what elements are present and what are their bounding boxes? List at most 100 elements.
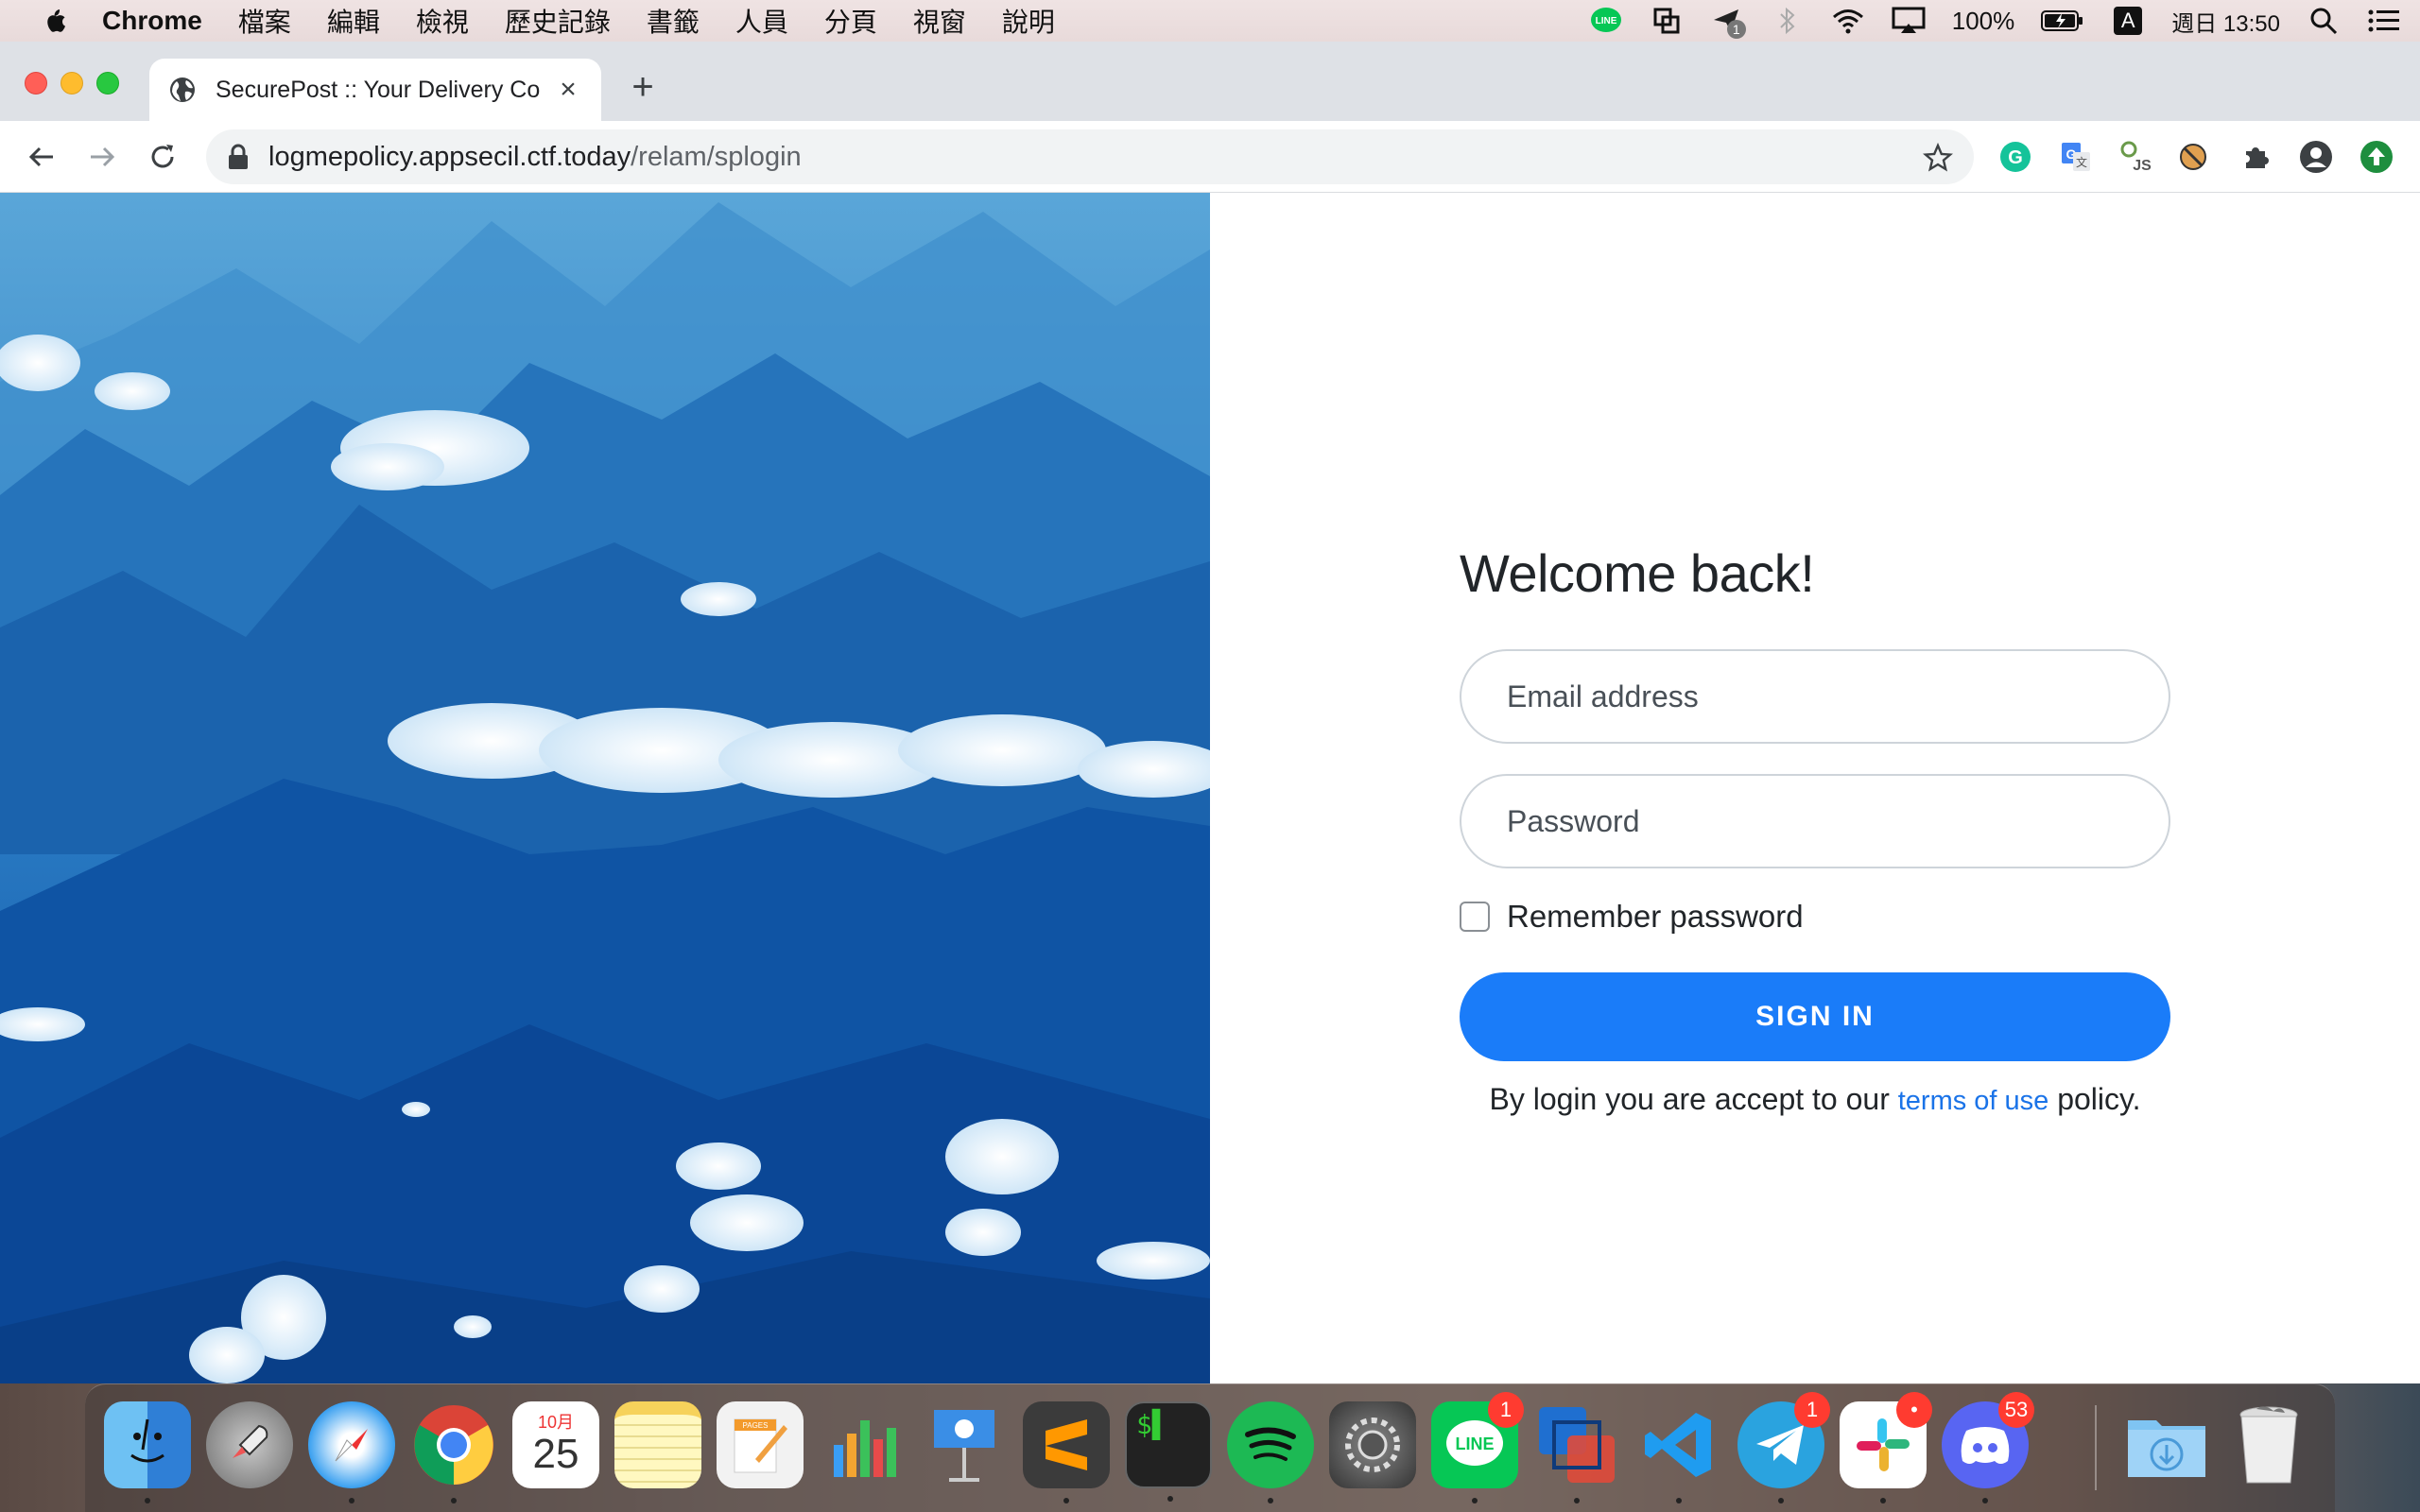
profile-icon[interactable]: [2299, 140, 2333, 174]
sign-in-button[interactable]: SIGN IN: [1460, 972, 2170, 1061]
desktop-background: 10月 25 PAGES $▌ LINE 1 1 • 53: [0, 1383, 2420, 1512]
slack-icon[interactable]: •: [1840, 1392, 1932, 1503]
svg-text:LINE: LINE: [1455, 1435, 1494, 1453]
numbers-icon[interactable]: [819, 1401, 906, 1488]
battery-percent: 100%: [1951, 6, 2015, 35]
menu-help[interactable]: 說明: [1002, 2, 1055, 40]
terms-notice: By login you are accept to our terms of …: [1460, 1082, 2170, 1117]
airplay-icon[interactable]: [1892, 7, 1926, 35]
new-tab-button[interactable]: +: [624, 68, 662, 106]
url-host: logmepolicy.appsecil.ctf.today: [268, 141, 631, 172]
trash-icon[interactable]: [2225, 1401, 2312, 1488]
menu-tab[interactable]: 分頁: [824, 2, 877, 40]
terms-prefix: By login you are accept to our: [1489, 1082, 1898, 1116]
menu-edit[interactable]: 編輯: [327, 2, 380, 40]
window-minimize-button[interactable]: [60, 72, 83, 94]
chrome-icon[interactable]: [410, 1401, 497, 1503]
battery-icon[interactable]: [2041, 7, 2084, 35]
terms-of-use-link[interactable]: terms of use: [1898, 1086, 2049, 1116]
globe-icon: [168, 76, 197, 104]
vscode-icon[interactable]: [1635, 1401, 1722, 1503]
virtualbox-icon[interactable]: [1533, 1401, 1620, 1503]
running-indicator: [1063, 1498, 1069, 1503]
discord-icon[interactable]: 53: [1942, 1392, 2034, 1503]
spotlight-icon[interactable]: [2307, 7, 2341, 35]
js-extension-icon[interactable]: JS: [2119, 140, 2153, 174]
keynote-icon[interactable]: [921, 1401, 1008, 1488]
password-placeholder: Password: [1507, 803, 1640, 838]
web-page: Welcome back! Email address Password Rem…: [0, 193, 2420, 1383]
grammarly-icon[interactable]: G: [1998, 140, 2032, 174]
running-indicator: [1268, 1498, 1273, 1503]
running-indicator: [349, 1498, 354, 1503]
sublime-text-icon[interactable]: [1023, 1401, 1110, 1503]
safari-icon[interactable]: [308, 1401, 395, 1503]
send-icon[interactable]: 1: [1710, 7, 1746, 39]
bookmark-star-icon[interactable]: [1922, 142, 1954, 173]
spotify-icon[interactable]: [1227, 1401, 1314, 1503]
tab-active[interactable]: SecurePost :: Your Delivery Co ×: [149, 59, 601, 121]
menu-window[interactable]: 視窗: [913, 2, 966, 40]
address-bar[interactable]: logmepolicy.appsecil.ctf.today/relam/spl…: [206, 129, 1974, 184]
menu-file[interactable]: 檔案: [238, 2, 291, 40]
clock[interactable]: 週日 13:50: [2171, 7, 2280, 37]
menu-bookmarks[interactable]: 書籤: [647, 2, 700, 40]
window-zoom-button[interactable]: [96, 72, 119, 94]
chrome-window: SecurePost :: Your Delivery Co × + logme…: [0, 42, 2420, 1383]
bluetooth-icon[interactable]: [1771, 7, 1805, 35]
password-field[interactable]: Password: [1460, 774, 2170, 868]
remember-password-checkbox[interactable]: [1460, 902, 1490, 932]
mountain-image: [0, 193, 1210, 1383]
forward-button[interactable]: [81, 136, 123, 178]
page-title: Welcome back!: [1460, 543, 1815, 603]
finder-icon[interactable]: [104, 1401, 191, 1503]
tab-strip: SecurePost :: Your Delivery Co × +: [0, 42, 2420, 121]
remember-password-label[interactable]: Remember password: [1507, 899, 1804, 935]
notes-icon[interactable]: [614, 1401, 701, 1488]
telegram-icon[interactable]: 1: [1737, 1392, 1830, 1503]
calendar-icon[interactable]: 10月 25: [512, 1401, 599, 1488]
svg-text:PAGES: PAGES: [743, 1421, 769, 1430]
screen-share-icon[interactable]: [1650, 7, 1684, 35]
browser-toolbar: logmepolicy.appsecil.ctf.today/relam/spl…: [0, 121, 2420, 193]
menu-people[interactable]: 人員: [735, 2, 788, 40]
pages-icon[interactable]: PAGES: [717, 1401, 804, 1488]
launchpad-icon[interactable]: [206, 1401, 293, 1488]
window-close-button[interactable]: [25, 72, 47, 94]
input-source-icon[interactable]: A: [2111, 7, 2145, 35]
notification-center-icon[interactable]: [2367, 7, 2401, 35]
email-placeholder: Email address: [1507, 679, 1699, 713]
system-preferences-icon[interactable]: [1329, 1401, 1416, 1488]
login-form: Welcome back! Email address Password Rem…: [1460, 542, 2170, 1117]
apple-icon[interactable]: [38, 5, 70, 37]
tab-title: SecurePost :: Your Delivery Co: [216, 76, 541, 103]
downloads-folder-icon[interactable]: [2123, 1401, 2210, 1488]
google-translate-icon[interactable]: G文: [2059, 140, 2093, 174]
svg-text:文: 文: [2076, 155, 2087, 169]
running-indicator: [1778, 1498, 1784, 1503]
terms-suffix: policy.: [2048, 1082, 2141, 1116]
remember-password-row: Remember password: [1460, 899, 2170, 935]
lock-icon[interactable]: [227, 144, 250, 170]
blocked-extension-icon[interactable]: [2176, 140, 2210, 174]
tab-close-icon[interactable]: ×: [554, 76, 582, 104]
email-field[interactable]: Email address: [1460, 649, 2170, 744]
wifi-icon[interactable]: [1831, 7, 1865, 35]
telegram-badge: 1: [1794, 1392, 1830, 1428]
puzzle-extensions-icon[interactable]: [2238, 140, 2273, 174]
menu-app-name[interactable]: Chrome: [102, 6, 202, 36]
svg-text:JS: JS: [2133, 158, 2152, 174]
running-indicator: [1676, 1498, 1682, 1503]
menu-history[interactable]: 歷史記錄: [505, 2, 611, 40]
running-indicator: [1574, 1498, 1580, 1503]
back-button[interactable]: [21, 136, 62, 178]
update-icon[interactable]: [2360, 140, 2394, 174]
running-indicator: [145, 1498, 150, 1503]
line-icon[interactable]: LINE: [1589, 7, 1623, 35]
menu-bar: Chrome 檔案 編輯 檢視 歷史記錄 書籤 人員 分頁 視窗 說明 LINE…: [0, 0, 2420, 42]
reload-button[interactable]: [142, 136, 183, 178]
menu-view[interactable]: 檢視: [416, 2, 469, 40]
status-area: LINE 1 100% A 週日 13:50: [1589, 0, 2401, 42]
line-app-icon[interactable]: LINE 1: [1431, 1392, 1524, 1503]
terminal-icon[interactable]: $▌: [1125, 1401, 1212, 1502]
